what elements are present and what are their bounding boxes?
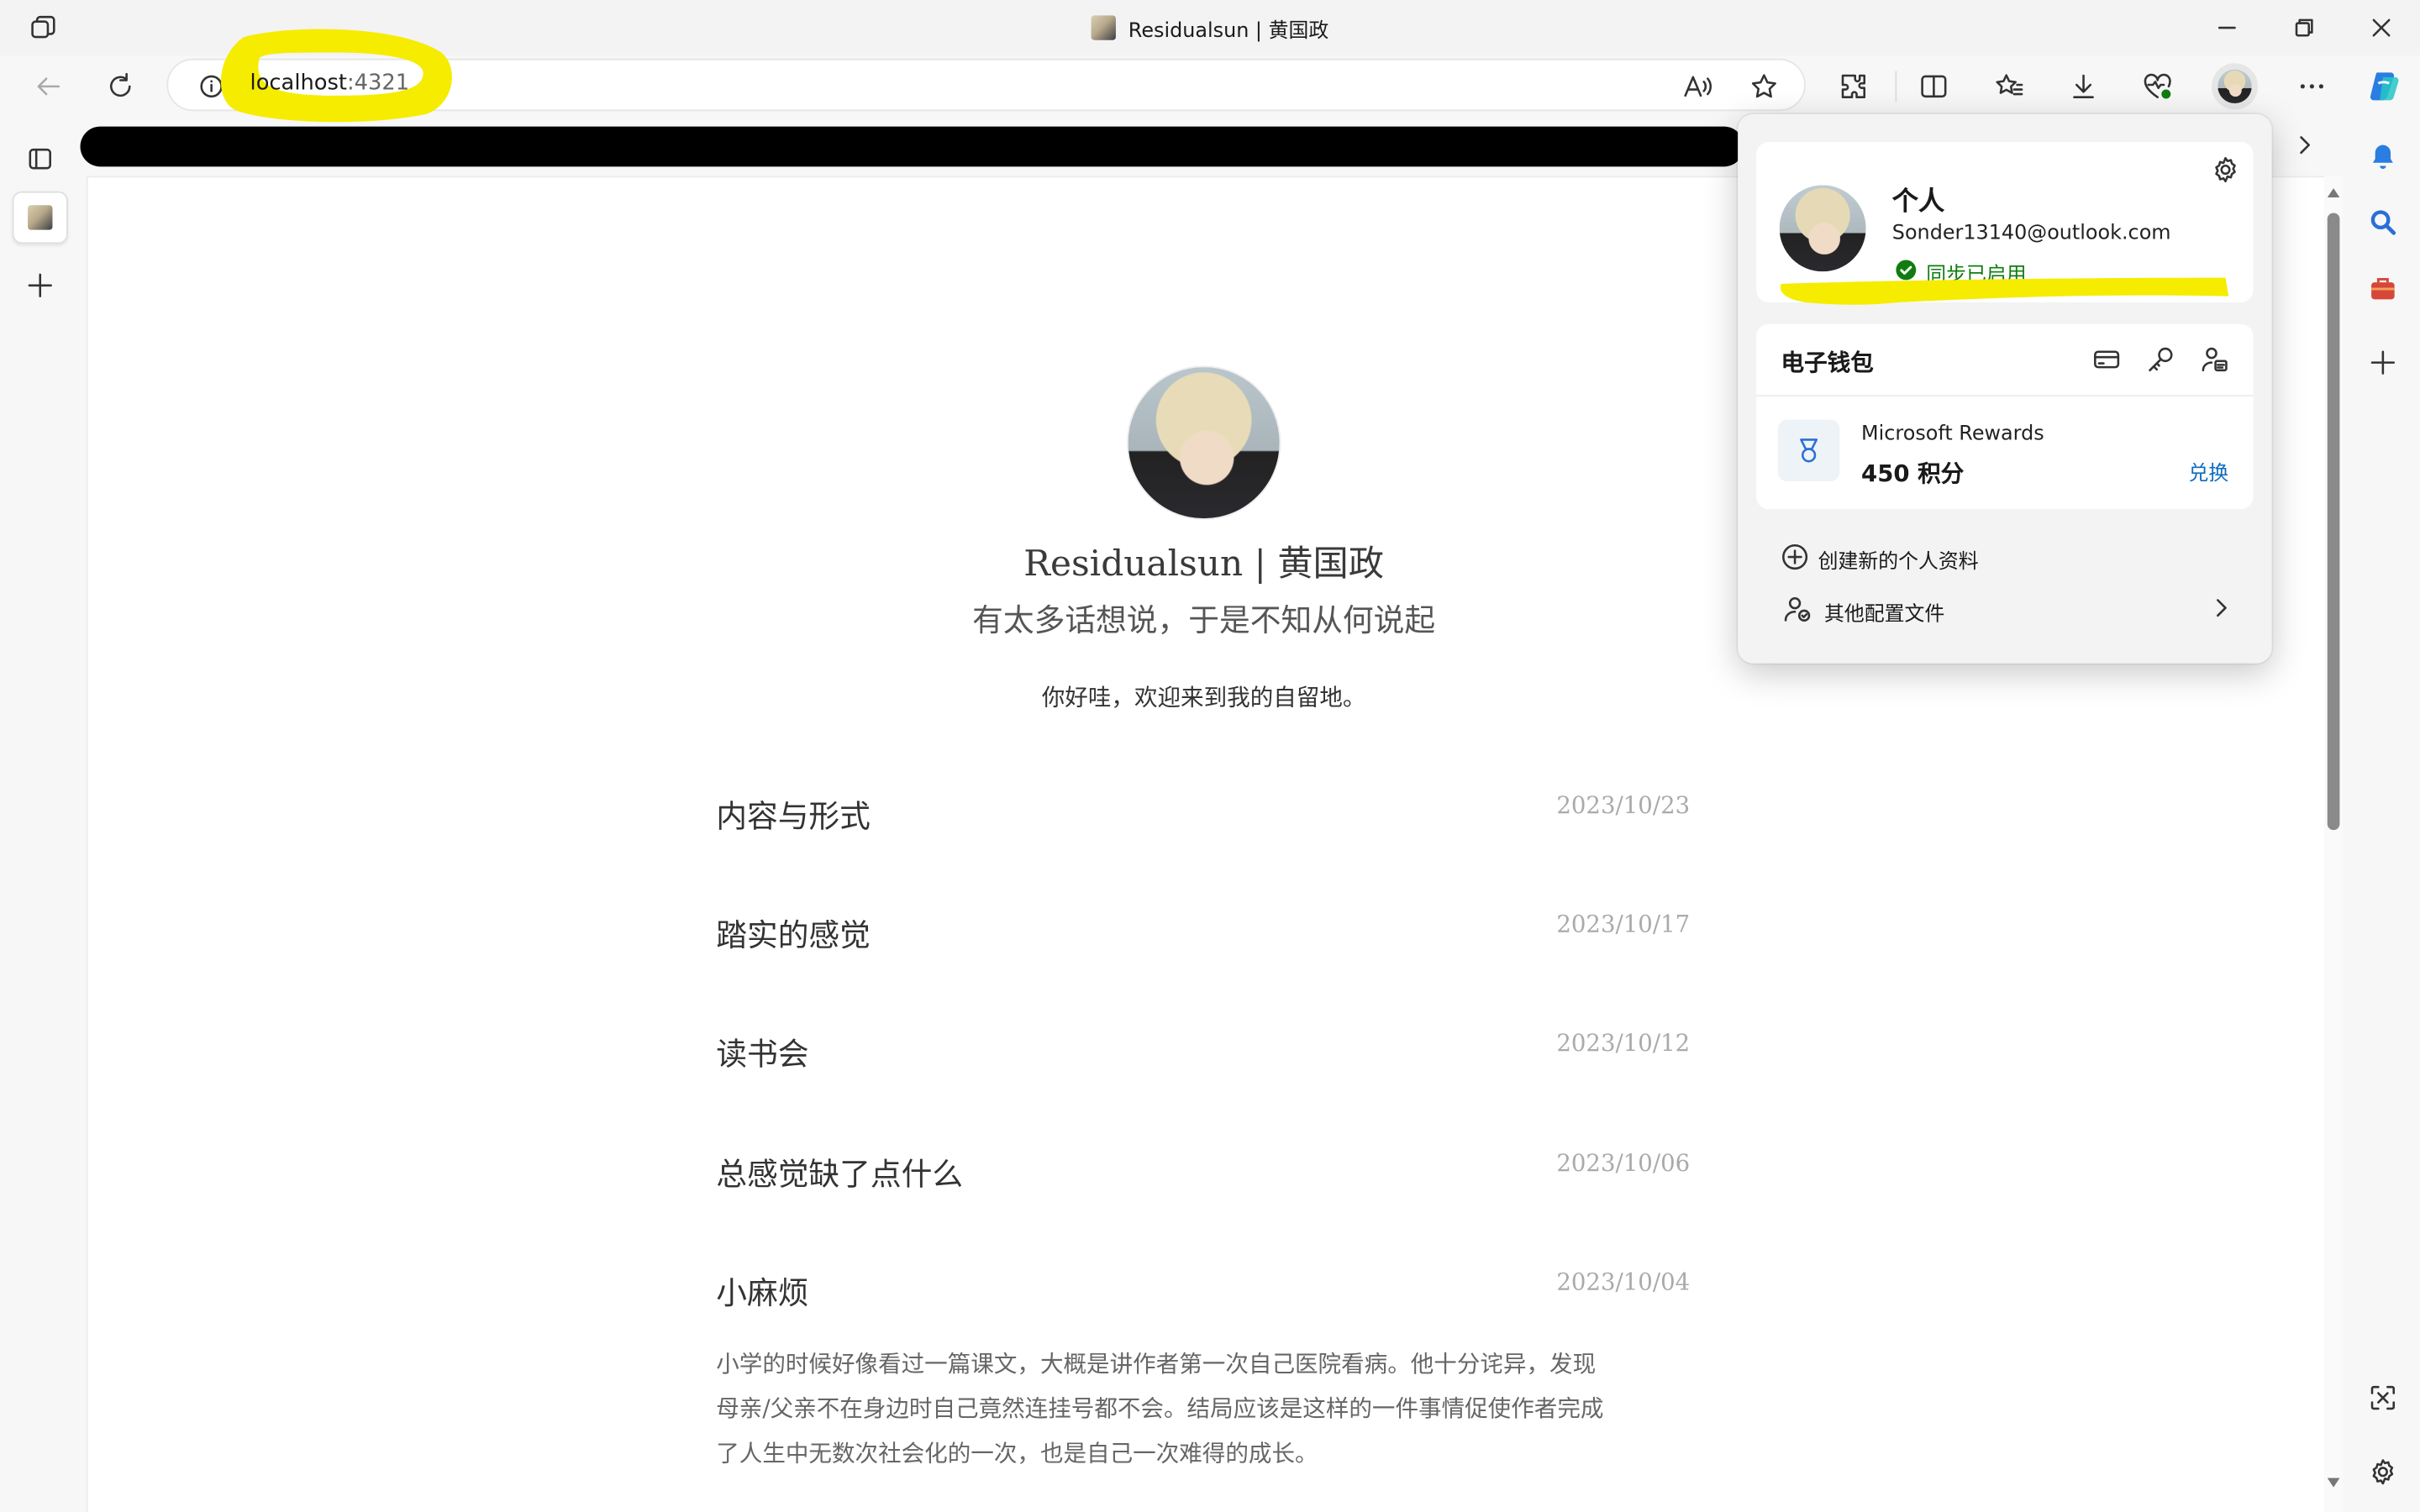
new-tab-icon[interactable] bbox=[24, 269, 57, 302]
toolbar-divider bbox=[1895, 71, 1897, 102]
favorites-icon[interactable] bbox=[1992, 70, 2026, 103]
excerpt-line: 了人生中无数次社会化的一次，也是自己一次难得的成长。 bbox=[716, 1439, 1318, 1467]
add-sidebar-app-icon[interactable] bbox=[2366, 345, 2400, 379]
url-port: :4321 bbox=[346, 71, 410, 96]
back-icon[interactable] bbox=[31, 70, 65, 103]
screenshot-icon[interactable] bbox=[2366, 1381, 2400, 1415]
profile-button[interactable] bbox=[2211, 63, 2259, 110]
sidebar-settings-icon[interactable] bbox=[2366, 1455, 2400, 1488]
url-host: localhost bbox=[250, 71, 347, 96]
bell-icon[interactable] bbox=[2366, 139, 2400, 172]
favorite-star-icon[interactable] bbox=[1747, 70, 1781, 103]
payment-card-icon[interactable] bbox=[2090, 343, 2123, 376]
post-title[interactable]: 内容与形式 bbox=[716, 791, 871, 836]
split-screen-icon[interactable] bbox=[1917, 70, 1950, 103]
tab-favicon bbox=[28, 205, 53, 230]
copilot-icon[interactable] bbox=[2365, 66, 2405, 107]
scroll-up-icon[interactable] bbox=[2324, 185, 2343, 200]
site-favicon bbox=[1091, 15, 1117, 40]
scrollbar-thumb[interactable] bbox=[2327, 213, 2340, 831]
post-date: 2023/10/06 bbox=[1556, 1149, 1691, 1178]
edge-sidebar bbox=[2345, 117, 2420, 1512]
post-date: 2023/10/23 bbox=[1556, 791, 1691, 820]
more-icon[interactable] bbox=[2295, 70, 2328, 103]
other-profiles-icon[interactable] bbox=[1781, 594, 1815, 625]
greeting-text: 你好哇，欢迎来到我的自留地。 bbox=[1041, 683, 1366, 711]
wallet-divider bbox=[1756, 395, 2254, 397]
post-title[interactable]: 读书会 bbox=[716, 1029, 808, 1074]
profile-settings-gear-icon[interactable] bbox=[2208, 153, 2242, 186]
close-icon[interactable] bbox=[2365, 13, 2398, 44]
chevron-right-icon[interactable] bbox=[2207, 592, 2234, 623]
author-avatar bbox=[1128, 367, 1280, 519]
url-text[interactable]: localhost:4321 bbox=[250, 71, 410, 95]
post-title[interactable]: 总感觉缺了点什么 bbox=[716, 1149, 963, 1194]
password-key-icon[interactable] bbox=[2144, 343, 2177, 376]
post-title[interactable]: 小麻烦 bbox=[716, 1268, 808, 1313]
rewards-points: 450 积分 bbox=[1861, 459, 1965, 488]
wallet-title[interactable]: 电子钱包 bbox=[1781, 345, 1874, 378]
browser-essentials-icon[interactable] bbox=[2141, 70, 2175, 103]
chevron-right-icon[interactable] bbox=[2291, 129, 2318, 160]
post-title[interactable]: 踏实的感觉 bbox=[716, 911, 871, 955]
personal-info-icon[interactable] bbox=[2197, 343, 2231, 376]
tab-actions-icon[interactable] bbox=[24, 144, 57, 175]
downloads-icon[interactable] bbox=[2066, 70, 2100, 103]
rewards-medal-icon bbox=[1777, 419, 1840, 482]
add-profile-icon[interactable] bbox=[1780, 542, 1811, 573]
profile-picture bbox=[1779, 185, 1866, 272]
search-icon[interactable] bbox=[2366, 205, 2400, 239]
profile-avatar bbox=[2217, 69, 2252, 104]
window-title-text: Residualsun | 黄国政 bbox=[1128, 18, 1329, 43]
refresh-icon[interactable] bbox=[103, 70, 137, 103]
favorites-bar-redacted bbox=[80, 126, 1744, 167]
post-excerpt: 小学的时候好像看过一篇课文，大概是讲作者第一次自己医院看病。他十分诧异，发现 母… bbox=[716, 1342, 1697, 1477]
vertical-tab-strip bbox=[0, 117, 81, 1512]
tab-residualsun[interactable] bbox=[12, 191, 68, 244]
post-date: 2023/10/12 bbox=[1556, 1029, 1691, 1058]
create-profile-link[interactable]: 创建新的个人资料 bbox=[1818, 544, 1979, 575]
redeem-link[interactable]: 兑换 bbox=[2188, 457, 2228, 486]
post-date: 2023/10/04 bbox=[1556, 1268, 1691, 1296]
post-date: 2023/10/17 bbox=[1556, 910, 1691, 938]
minimize-icon[interactable] bbox=[2210, 13, 2244, 44]
profile-name: 个人 bbox=[1891, 186, 1945, 218]
read-aloud-icon[interactable] bbox=[1679, 70, 1716, 103]
highlight-underline-mark bbox=[1780, 277, 2229, 305]
tools-icon[interactable] bbox=[2366, 271, 2400, 305]
restore-icon[interactable] bbox=[2287, 13, 2321, 44]
other-profiles-link[interactable]: 其他配置文件 bbox=[1824, 597, 1944, 627]
excerpt-line: 母亲/父亲不在身边时自己竟然连挂号都不会。结局应该是这样的一件事情促使作者完成 bbox=[716, 1394, 1604, 1423]
profile-email: Sonder13140@outlook.com bbox=[1891, 222, 2171, 246]
rewards-name[interactable]: Microsoft Rewards bbox=[1861, 423, 2044, 446]
excerpt-line: 小学的时候好像看过一篇课文，大概是讲作者第一次自己医院看病。他十分诧异，发现 bbox=[716, 1350, 1597, 1378]
scroll-down-icon[interactable] bbox=[2324, 1475, 2343, 1490]
extensions-icon[interactable] bbox=[1837, 70, 1870, 103]
